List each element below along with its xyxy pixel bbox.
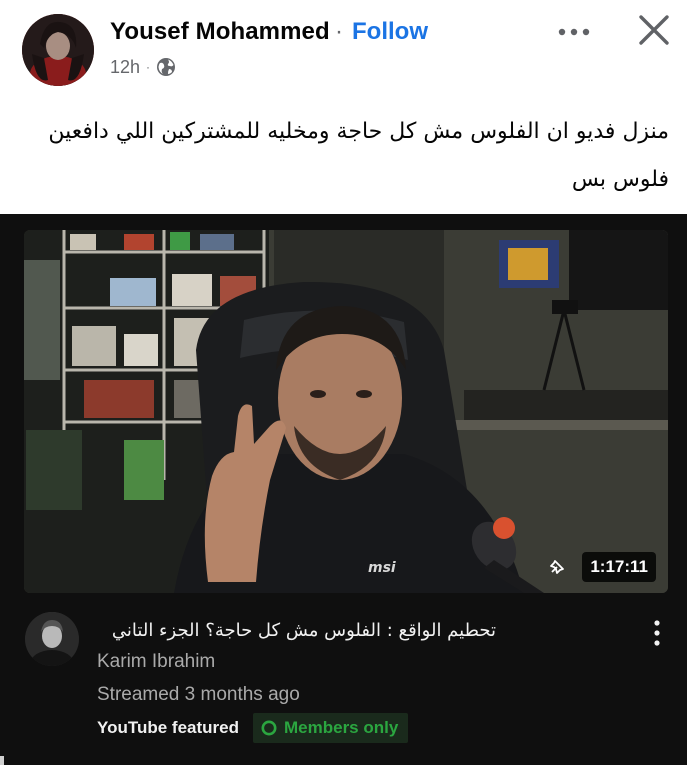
video-menu-button[interactable] [645,616,669,650]
svg-text:msi: msi [368,560,396,576]
youtube-featured-label: YouTube featured [97,718,239,737]
author-name[interactable]: Yousef Mohammed [110,18,330,46]
youtube-embed-card[interactable]: msi 1:17:11 تحطيم الواقع : الفلوس مش كل … [0,214,687,765]
follow-button[interactable]: Follow [352,18,428,46]
channel-avatar-image [25,612,79,666]
post-header: Yousef Mohammed · Follow 12h · [0,0,687,96]
stream-info: Streamed 3 months ago [97,684,300,705]
meta-separator: · [146,60,151,74]
channel-avatar[interactable] [25,612,79,666]
close-icon [639,15,669,45]
author-avatar[interactable] [22,14,94,86]
members-only-badge: Members only [253,713,409,743]
author-avatar-image [22,14,94,86]
kebab-menu-icon [654,620,660,646]
more-options-button[interactable] [554,14,594,50]
video-title[interactable]: تحطيم الواقع : الفلوس مش كل حاجة؟ الجزء … [96,618,496,644]
post-text-line: فلوس بس [571,167,669,192]
post-text: منزل فديو ان الفلوس مش كل حاجة ومخليه لل… [14,108,669,204]
name-separator: · [335,18,343,45]
channel-name[interactable]: Karim Ibrahim [97,651,215,673]
thumbnail-image: msi [24,230,668,593]
edge-indicator [0,756,4,765]
post-text-line: منزل فديو ان الفلوس مش كل حاجة ومخليه لل… [48,119,669,144]
members-icon [261,720,277,736]
globe-icon[interactable] [156,57,176,77]
video-duration: 1:17:11 [582,552,656,582]
pin-icon [550,560,564,574]
post-timestamp[interactable]: 12h [110,57,140,78]
video-thumbnail[interactable]: msi 1:17:11 [24,230,668,593]
members-only-label: Members only [284,718,399,737]
badges-row: YouTube featured Members only [97,713,409,743]
more-horizontal-icon [558,28,590,36]
close-button[interactable] [634,10,674,50]
post-meta: 12h · [110,55,176,79]
